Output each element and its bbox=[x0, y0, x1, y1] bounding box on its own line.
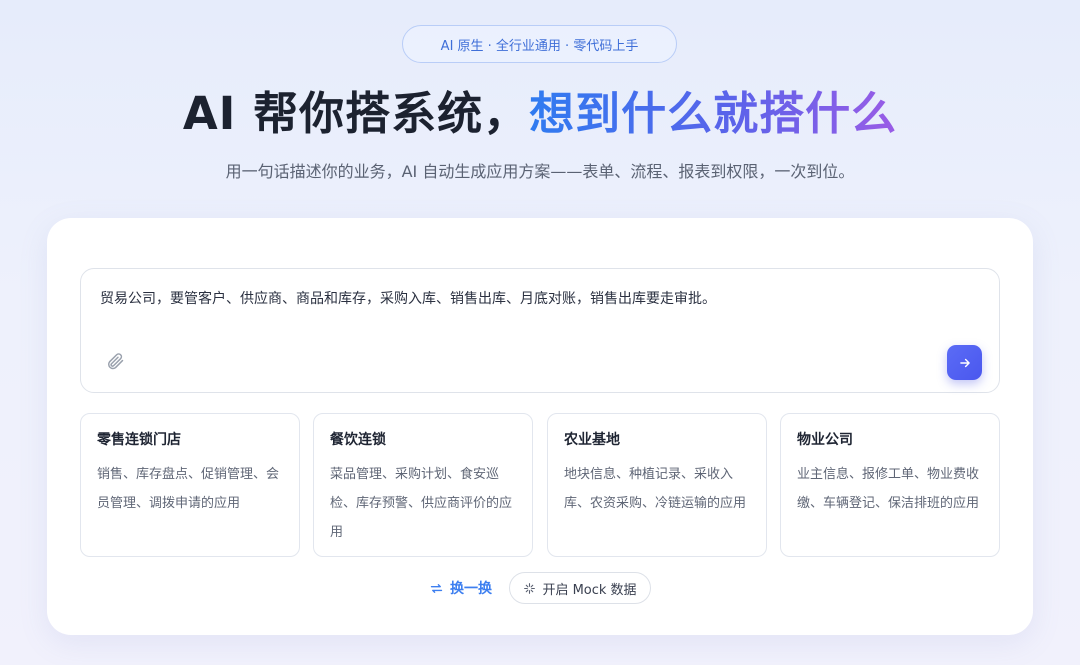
headline-highlight: 想到什么就搭什么 bbox=[529, 87, 898, 140]
mock-data-toggle[interactable]: 开启 Mock 数据 bbox=[509, 572, 651, 604]
template-card-property[interactable]: 物业公司 业主信息、报修工单、物业费收缴、车辆登记、保洁排班的应用 bbox=[780, 413, 1000, 557]
template-desc: 业主信息、报修工单、物业费收缴、车辆登记、保洁排班的应用 bbox=[797, 467, 980, 511]
shuffle-label: 换一换 bbox=[450, 581, 492, 597]
shuffle-icon bbox=[430, 583, 443, 593]
mock-label: 开启 Mock 数据 bbox=[542, 582, 637, 598]
page-headline: AI 帮你搭系统，想到什么就搭什么 bbox=[0, 84, 1080, 144]
builder-card: 贸易公司，要管客户、供应商、商品和库存，采购入库、销售出库、月底对账，销售出库要… bbox=[47, 218, 1033, 635]
template-title: 餐饮连锁 bbox=[330, 432, 386, 448]
template-card-agriculture[interactable]: 农业基地 地块信息、种植记录、采收入库、农资采购、冷链运输的应用 bbox=[547, 413, 767, 557]
arrow-right-icon bbox=[959, 358, 970, 367]
paperclip-icon[interactable] bbox=[105, 351, 125, 371]
template-desc: 地块信息、种植记录、采收入库、农资采购、冷链运输的应用 bbox=[564, 467, 747, 511]
template-desc: 菜品管理、采购计划、食安巡检、库存预警、供应商评价的应用 bbox=[330, 467, 513, 540]
headline-plain: AI 帮你搭系统， bbox=[182, 87, 530, 140]
sparkle-icon bbox=[524, 582, 536, 594]
template-card-catering[interactable]: 餐饮连锁 菜品管理、采购计划、食安巡检、库存预警、供应商评价的应用 bbox=[313, 413, 533, 557]
send-button[interactable] bbox=[947, 345, 982, 380]
prompt-input-value[interactable]: 贸易公司，要管客户、供应商、商品和库存，采购入库、销售出库、月底对账，销售出库要… bbox=[100, 288, 716, 308]
template-card-retail[interactable]: 零售连锁门店 销售、库存盘点、促销管理、会员管理、调拨申请的应用 bbox=[80, 413, 300, 557]
template-title: 农业基地 bbox=[564, 432, 620, 448]
shuffle-button[interactable]: 换一换 bbox=[429, 572, 492, 604]
feature-badge: AI 原生 · 全行业通用 · 零代码上手 bbox=[402, 25, 677, 63]
template-title: 物业公司 bbox=[797, 432, 853, 448]
feature-badge-text: AI 原生 · 全行业通用 · 零代码上手 bbox=[440, 38, 639, 54]
template-desc: 销售、库存盘点、促销管理、会员管理、调拨申请的应用 bbox=[97, 467, 280, 511]
page-subtitle: 用一句话描述你的业务，AI 自动生成应用方案——表单、流程、报表到权限，一次到位… bbox=[225, 162, 855, 181]
prompt-input[interactable]: 贸易公司，要管客户、供应商、商品和库存，采购入库、销售出库、月底对账，销售出库要… bbox=[80, 268, 1000, 393]
card-actions: 换一换 开启 Mock 数据 bbox=[47, 572, 1033, 604]
template-title: 零售连锁门店 bbox=[97, 432, 181, 448]
